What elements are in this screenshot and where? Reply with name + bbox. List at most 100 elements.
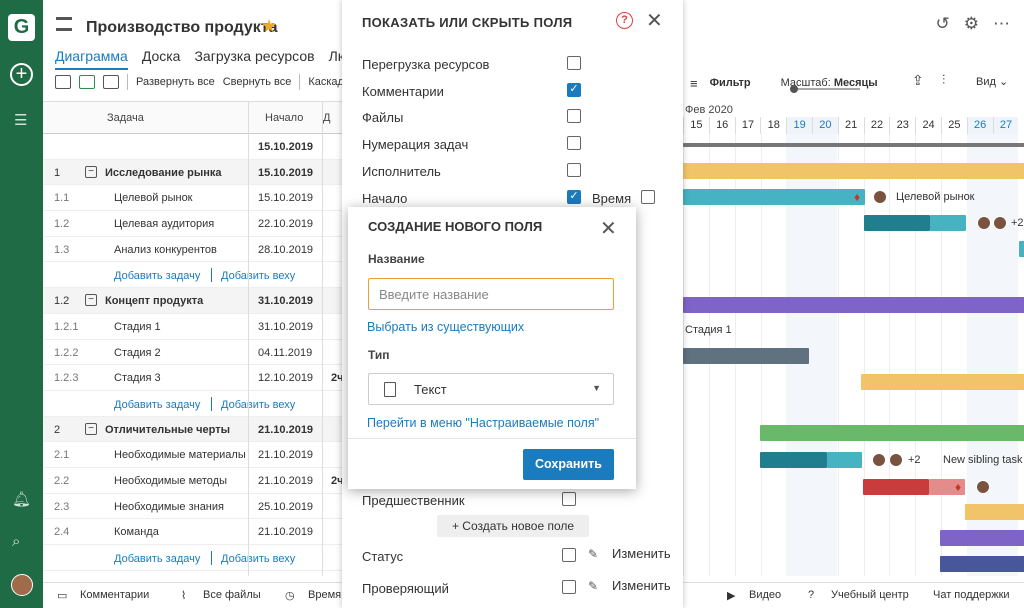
task-name[interactable]: Целевая аудитория <box>114 218 214 230</box>
task-name[interactable]: Необходимые знания <box>114 501 224 513</box>
view-dropdown[interactable]: Вид ⌄ <box>976 75 1008 88</box>
task-name[interactable]: Необходимые материалы <box>114 449 246 461</box>
filter-button[interactable]: Фильтр <box>710 77 751 89</box>
choose-existing-link[interactable]: Выбрать из существующих <box>367 320 524 334</box>
add-row[interactable]: Добавить задачу Добавить веху <box>43 262 342 289</box>
zoom-slider-knob[interactable] <box>790 85 798 93</box>
task-start[interactable]: 25.10.2019 <box>258 501 313 513</box>
calendar-icon[interactable] <box>79 75 95 89</box>
task-bar[interactable] <box>863 479 929 495</box>
task-name[interactable]: Целевой рынок <box>114 192 193 204</box>
table-row[interactable]: 1.1 Целевой рынок 15.10.2019 <box>43 185 342 212</box>
clock-icon[interactable]: ◷ <box>285 589 295 602</box>
table-row[interactable]: 2.1 Необходимые материалы 21.10.2019 <box>43 442 342 468</box>
collapse-icon[interactable]: − <box>85 165 97 178</box>
learning-center-link[interactable]: Учебный центр <box>831 589 909 601</box>
task-start[interactable]: 21.10.2019 <box>258 526 313 538</box>
add-row[interactable]: Добавить задачу Добавить веху <box>43 545 342 571</box>
video-link[interactable]: Видео <box>749 589 781 601</box>
gear-icon[interactable]: ⚙ <box>964 14 979 34</box>
add-task-link[interactable]: Добавить задачу <box>114 399 200 411</box>
table-row[interactable]: 1.2 Целевая аудитория 22.10.2019 <box>43 211 342 237</box>
task-name[interactable]: Отличительные черты <box>105 424 230 436</box>
task-start[interactable]: 31.10.2019 <box>258 295 313 307</box>
table-row[interactable]: 2 Отличительные черты 21.10.2019 − <box>43 416 342 443</box>
table-row[interactable]: 1 Исследование рынка 15.10.2019 − <box>43 159 342 186</box>
task-start[interactable]: 22.10.2019 <box>258 218 313 230</box>
custom-fields-link[interactable]: Перейти в меню "Настраиваемые поля" <box>367 416 599 430</box>
comments-icon[interactable]: ▭ <box>57 589 67 602</box>
columns-icon[interactable]: ⫶ <box>942 72 945 88</box>
export-icon[interactable]: ⇪ <box>912 72 924 89</box>
tab-board[interactable]: Доска <box>142 48 181 70</box>
task-name[interactable]: Команда <box>114 526 159 538</box>
pencil-icon[interactable]: ✎ <box>588 547 598 561</box>
search-icon[interactable]: ⌕ <box>12 533 20 550</box>
table-row[interactable]: 2.4 Команда 21.10.2019 <box>43 519 342 545</box>
help-icon[interactable]: ? <box>616 12 633 29</box>
close-icon[interactable]: ✕ <box>646 11 663 31</box>
favorite-star-icon[interactable]: ★ <box>261 16 277 37</box>
task-start[interactable]: 15.10.2019 <box>258 167 313 179</box>
support-chat-link[interactable]: Чат поддержки <box>933 589 1010 601</box>
task-name[interactable]: Стадия 3 <box>114 372 161 384</box>
close-icon[interactable]: ✕ <box>600 216 617 241</box>
field-type-select[interactable]: Текст ▼ <box>368 373 614 405</box>
pencil-icon[interactable]: ✎ <box>588 579 598 593</box>
field-name-input[interactable] <box>368 278 614 310</box>
zoom-slider[interactable] <box>790 85 860 93</box>
save-button[interactable]: Сохранить <box>523 449 614 480</box>
table-row[interactable]: 1.2.2 Стадия 2 04.11.2019 <box>43 340 342 366</box>
tab-workload[interactable]: Загрузка ресурсов <box>194 48 314 70</box>
collapse-all-button[interactable]: Свернуть все <box>223 76 292 88</box>
video-icon[interactable]: ▶ <box>727 589 735 602</box>
expand-all-button[interactable]: Развернуть все <box>136 76 215 88</box>
column-start[interactable]: Начало <box>265 112 303 124</box>
task-start[interactable]: 12.10.2019 <box>258 372 313 384</box>
field-checkbox[interactable] <box>567 136 581 150</box>
table-row[interactable]: 1.2.1 Стадия 1 31.10.2019 <box>43 314 342 340</box>
task-bar[interactable] <box>861 374 1024 390</box>
field-checkbox[interactable] <box>567 109 581 123</box>
task-name[interactable]: Анализ конкурентов <box>114 244 217 256</box>
task-name[interactable]: Исследование рынка <box>105 167 222 179</box>
table-row[interactable]: 2.2 Необходимые методы 21.10.2019 2ч <box>43 468 344 494</box>
field-checkbox[interactable] <box>567 56 581 70</box>
task-name[interactable]: Необходимые методы <box>114 475 227 487</box>
task-start[interactable]: 21.10.2019 <box>258 424 313 436</box>
more-icon[interactable]: ⋯ <box>993 14 1010 34</box>
task-start[interactable]: 04.11.2019 <box>258 347 312 359</box>
task-start[interactable]: 21.10.2019 <box>258 475 313 487</box>
filter-icon[interactable]: ≡ <box>690 76 698 91</box>
task-name[interactable]: Концепт продукта <box>105 295 203 307</box>
table-row[interactable]: 1.3 Анализ конкурентов 28.10.2019 <box>43 237 342 263</box>
create-field-button[interactable]: + Создать новое поле <box>437 515 589 537</box>
collapse-icon[interactable]: − <box>85 294 97 307</box>
time-link[interactable]: Время <box>308 589 341 601</box>
task-bar[interactable] <box>940 556 1024 572</box>
app-logo[interactable]: G <box>8 14 35 41</box>
reviewer-checkbox[interactable] <box>562 580 576 594</box>
comments-link[interactable]: Комментарии <box>80 589 149 601</box>
help-center-icon[interactable]: ? <box>808 589 814 601</box>
group-bar[interactable] <box>683 297 1024 313</box>
add-row[interactable]: Добавить задачу Добавить веху <box>43 390 342 417</box>
notifications-icon[interactable]: 🔔︎ <box>12 490 31 508</box>
task-bar-progress[interactable] <box>827 452 862 468</box>
task-start[interactable]: 28.10.2019 <box>258 244 313 256</box>
indent-icon[interactable] <box>55 75 71 89</box>
task-bar[interactable] <box>683 348 809 364</box>
edit-status-link[interactable]: Изменить <box>612 546 671 561</box>
edit-reviewer-link[interactable]: Изменить <box>612 578 671 593</box>
group-bar[interactable] <box>683 163 1024 179</box>
add-milestone-link[interactable]: Добавить веху <box>221 399 295 411</box>
add-task-link[interactable]: Добавить задачу <box>114 553 200 565</box>
table-row[interactable]: 2.3 Необходимые знания 25.10.2019 <box>43 494 342 520</box>
menu-icon[interactable]: ☰ <box>14 111 27 129</box>
table-row[interactable]: 1.2.3 Стадия 3 12.10.2019 2ч <box>43 365 344 391</box>
add-task-link[interactable]: Добавить задачу <box>114 270 200 282</box>
task-bar[interactable] <box>864 215 930 231</box>
task-name[interactable]: Стадия 2 <box>114 347 161 359</box>
time-checkbox[interactable] <box>641 190 655 204</box>
summary-bar[interactable] <box>683 143 1024 147</box>
